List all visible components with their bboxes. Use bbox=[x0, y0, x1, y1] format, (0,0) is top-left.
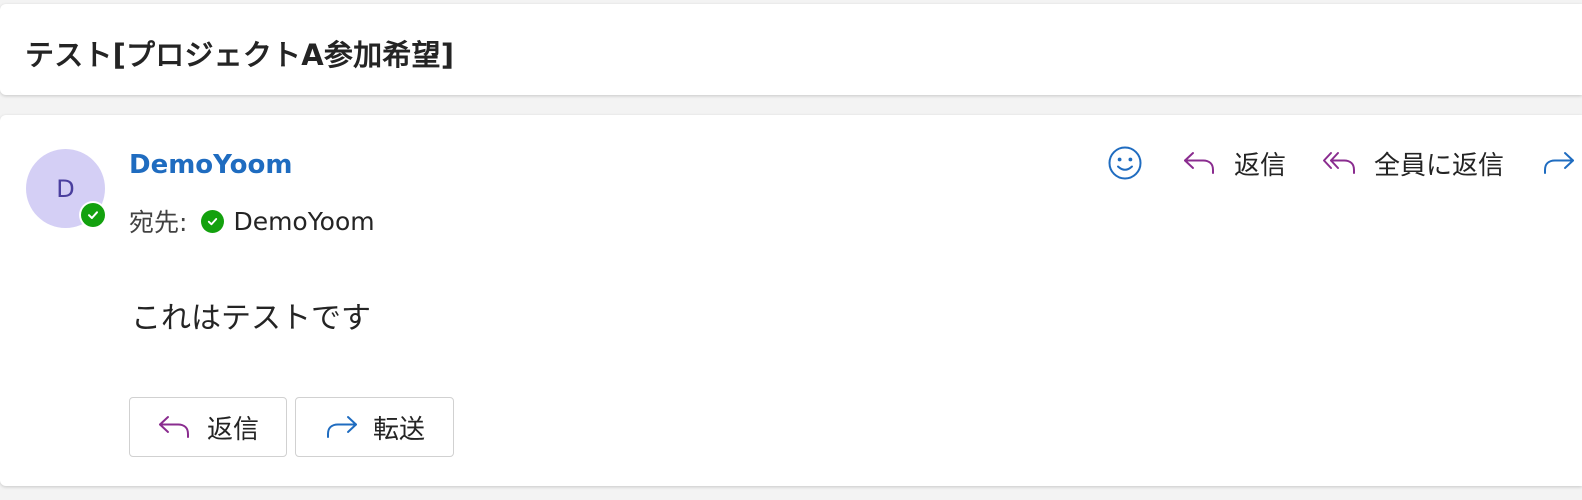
recipient-name: DemoYoom bbox=[233, 206, 375, 236]
to-label: 宛先: bbox=[129, 208, 188, 237]
message-body: これはテストです bbox=[131, 301, 371, 336]
reply-action-label: 返信 bbox=[207, 414, 260, 445]
presence-badge bbox=[79, 201, 107, 229]
emoji-reaction-button[interactable] bbox=[1106, 144, 1144, 182]
reply-all-label: 全員に返信 bbox=[1374, 150, 1505, 181]
reply-arrow-icon bbox=[1182, 147, 1218, 179]
emoji-smile-icon bbox=[1108, 146, 1142, 180]
forward-arrow-icon bbox=[323, 411, 359, 443]
presence-available-icon bbox=[81, 203, 105, 227]
message-card: D DemoYoom 宛先: DemoYoom これはテストです 返信 全員に返… bbox=[0, 115, 1582, 486]
subject-header: テスト[プロジェクトA参加希望] bbox=[0, 4, 1582, 95]
sender-name[interactable]: DemoYoom bbox=[129, 150, 292, 180]
email-subject: テスト[プロジェクトA参加希望] bbox=[25, 38, 455, 72]
recipient-chip[interactable]: DemoYoom bbox=[201, 206, 375, 236]
message-toolbar: 返信 全員に返信 bbox=[1106, 142, 1576, 184]
reply-all-button[interactable]: 全員に返信 bbox=[1322, 145, 1504, 182]
reply-arrow-icon bbox=[157, 411, 193, 443]
forward-action-label: 転送 bbox=[373, 414, 426, 445]
forward-action-button[interactable]: 転送 bbox=[295, 397, 454, 457]
reply-all-arrow-icon bbox=[1322, 147, 1358, 179]
forward-toolbar-button[interactable] bbox=[1540, 147, 1576, 179]
recipient-presence-icon bbox=[201, 209, 225, 233]
avatar-initial: D bbox=[56, 174, 75, 203]
reply-label: 返信 bbox=[1234, 150, 1287, 181]
recipients-line: 宛先: DemoYoom bbox=[129, 205, 375, 238]
forward-arrow-icon bbox=[1544, 152, 1575, 174]
reply-button[interactable]: 返信 bbox=[1182, 145, 1286, 182]
reply-action-button[interactable]: 返信 bbox=[129, 397, 287, 457]
